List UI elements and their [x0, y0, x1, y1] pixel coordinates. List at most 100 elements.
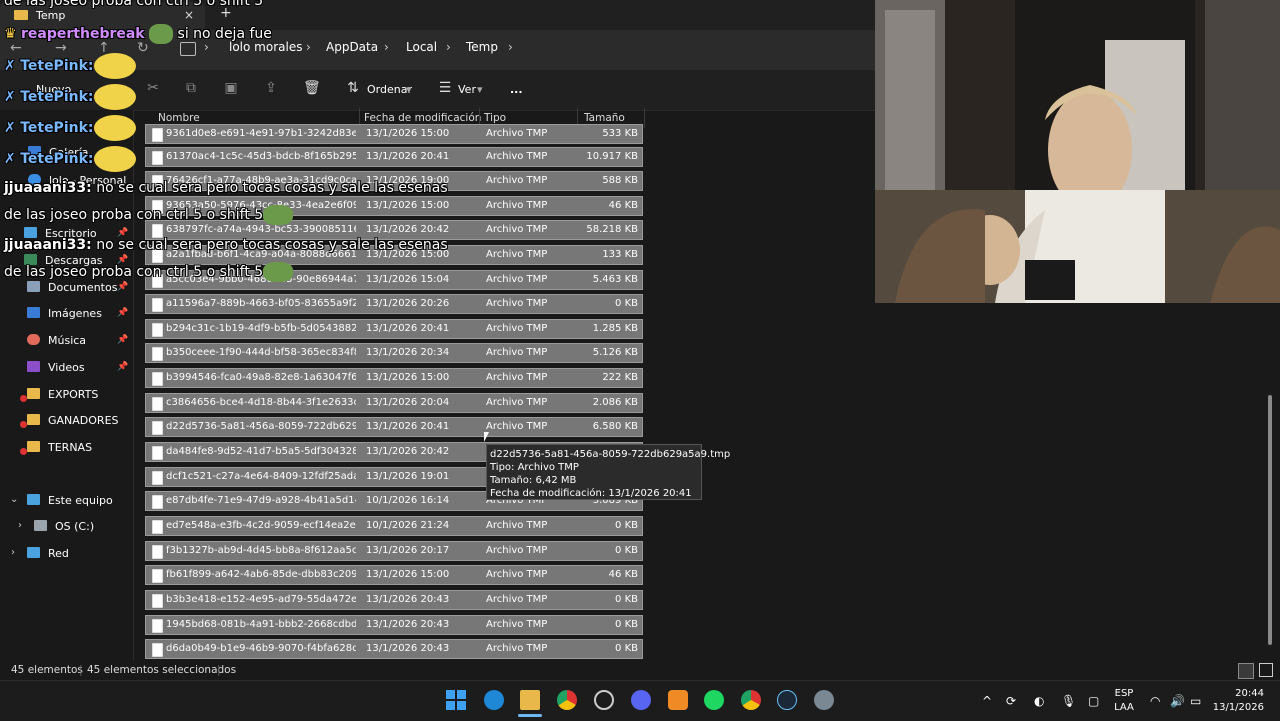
volume-icon[interactable]: 🔊	[1170, 694, 1185, 708]
chrome-icon[interactable]	[557, 690, 577, 710]
pepe-emote-icon	[149, 24, 174, 44]
table-row[interactable]: fb61f899-a642-4ab6-85de-dbb83c20996... 13…	[145, 565, 643, 585]
file-type: Archivo TMP	[486, 224, 548, 235]
breadcrumb-separator: ›	[306, 40, 311, 54]
more-options-button[interactable]: ...	[510, 83, 523, 96]
edge-browser-icon[interactable]	[484, 690, 504, 710]
file-icon	[152, 495, 163, 509]
clipboard-icon[interactable]: ▢	[1088, 694, 1099, 708]
file-date: 13/1/2026 15:00	[366, 569, 450, 580]
file-type: Archivo TMP	[486, 372, 548, 383]
view-button[interactable]: Ver	[458, 83, 476, 96]
pin-icon[interactable]: 📌	[117, 308, 128, 318]
table-row[interactable]: b350ceee-1f90-444d-bf58-365ec834f842... 1…	[145, 343, 643, 363]
windows-start-icon[interactable]	[446, 690, 466, 710]
microphone-icon[interactable]: 🎙	[1061, 694, 1076, 708]
table-row[interactable]: d6da0b49-b1e9-46b9-9070-f4bfa628dd... 13/…	[145, 639, 643, 659]
item-count: 45 elementos	[11, 664, 83, 676]
file-name: 9361d0e8-e691-4e91-97b1-3242d83e50...	[166, 128, 356, 139]
details-view-icon[interactable]	[1238, 663, 1254, 679]
sidebar-item-os-c[interactable]: OS (C:)	[34, 520, 94, 538]
delete-icon[interactable]: 🗑	[303, 80, 321, 96]
document-icon	[27, 281, 40, 292]
sidebar-item-documentos[interactable]: Documentos	[27, 281, 117, 299]
table-row[interactable]: 1945bd68-081b-4a91-bbb2-2668cdbdb0... 13/…	[145, 615, 643, 635]
file-icon	[152, 347, 163, 361]
sidebar-item-ganadores[interactable]: GANADORES	[27, 414, 119, 432]
table-row[interactable]: b3b3e418-e152-4e95-ad79-55da472edd... 13/…	[145, 590, 643, 610]
table-row[interactable]: a11596a7-889b-4663-bf05-83655a9f2ac... 13…	[145, 294, 643, 314]
sidebar-item-ternas[interactable]: TERNAS	[27, 441, 92, 459]
sync-icon[interactable]: ⟳	[1006, 694, 1016, 708]
chevron-up-icon[interactable]: ^	[982, 694, 992, 708]
app-icon[interactable]	[594, 690, 614, 710]
chevron-right-icon[interactable]: ›	[18, 520, 22, 531]
chat-message: ✗ TetePink:	[4, 84, 136, 110]
wifi-icon[interactable]: ◠	[1150, 694, 1160, 708]
file-date: 10/1/2026 16:14	[366, 495, 450, 506]
chevron-down-icon[interactable]: ⌄	[10, 494, 18, 505]
file-name: b3b3e418-e152-4e95-ad79-55da472edd...	[166, 594, 356, 605]
breadcrumb-item[interactable]: Local	[406, 40, 437, 54]
paste-icon[interactable]: ▣	[223, 80, 239, 96]
clock-date[interactable]: 13/1/2026	[1206, 702, 1264, 713]
file-date: 13/1/2026 19:01	[366, 471, 450, 482]
chrome-icon[interactable]	[741, 690, 761, 710]
file-size: 1.285 KB	[592, 323, 638, 334]
pin-icon[interactable]: 📌	[117, 282, 128, 292]
sidebar-item-imagenes[interactable]: Imágenes	[27, 307, 102, 325]
sidebar-item-videos[interactable]: Videos	[27, 361, 85, 379]
sidebar-item-este-equipo[interactable]: Este equipo	[27, 494, 113, 512]
keyboard-layout-indicator[interactable]: LAA	[1112, 702, 1136, 713]
steam-icon[interactable]	[777, 690, 797, 710]
table-row[interactable]: b3994546-fca0-49a8-82e8-1a63047f6e6c... 1…	[145, 368, 643, 388]
file-explorer-icon[interactable]	[520, 690, 540, 710]
file-type: Archivo TMP	[486, 249, 548, 260]
table-row[interactable]: 9361d0e8-e691-4e91-97b1-3242d83e50... 13/…	[145, 124, 643, 144]
battery-icon[interactable]: ▭	[1190, 694, 1201, 708]
webcam-feed	[875, 0, 1280, 303]
table-row[interactable]: b294c31c-1b19-4df9-b5fb-5d0543882d8... 13…	[145, 319, 643, 339]
address-bar[interactable]: › lolo morales › AppData › Local › Temp …	[170, 36, 870, 62]
sidebar-item-red[interactable]: Red	[27, 547, 69, 565]
sidebar-item-musica[interactable]: Música	[27, 334, 86, 352]
table-row[interactable]: ed7e548a-e3fb-4c2d-9059-ecf14ea2e75... 10…	[145, 516, 643, 536]
file-name: b294c31c-1b19-4df9-b5fb-5d0543882d8...	[166, 323, 356, 334]
sidebar-item-exports[interactable]: EXPORTS	[27, 388, 98, 406]
language-indicator[interactable]: ESP	[1112, 688, 1136, 699]
file-date: 13/1/2026 20:42	[366, 224, 450, 235]
chevron-right-icon[interactable]: ›	[11, 547, 15, 558]
file-name: 638797fc-a74a-4943-bc53-390085116da...	[166, 224, 356, 235]
chat-message: de las joseo proba con ctrl 5 o shift 5	[4, 0, 264, 9]
tiles-view-icon[interactable]	[1259, 663, 1273, 677]
table-row[interactable]: c3864656-bce4-4d18-8b44-3f1e2633c63... 13…	[145, 393, 643, 413]
file-icon	[152, 372, 163, 386]
breadcrumb-item[interactable]: Temp	[466, 40, 498, 54]
breadcrumb-separator: ›	[446, 40, 451, 54]
pin-icon[interactable]: 📌	[117, 362, 128, 372]
file-date: 10/1/2026 21:24	[366, 520, 450, 531]
close-tab-button[interactable]: ×	[184, 8, 194, 22]
fl-studio-icon[interactable]	[668, 690, 688, 710]
file-name: a11596a7-889b-4663-bf05-83655a9f2ac...	[166, 298, 356, 309]
chat-message: jjuaaani33: no se cual sera pero tocas c…	[4, 237, 448, 253]
pin-icon[interactable]: 📌	[117, 335, 128, 345]
file-size: 58.218 KB	[586, 224, 638, 235]
settings-gear-icon[interactable]	[814, 690, 834, 710]
table-row[interactable]: 61370ac4-1c5c-45d3-bdcb-8f165b29578... 13…	[145, 147, 643, 167]
file-date: 13/1/2026 20:34	[366, 347, 450, 358]
discord-icon[interactable]	[631, 690, 651, 710]
share-icon[interactable]: ⇪	[263, 80, 279, 96]
file-icon	[152, 594, 163, 608]
file-date: 13/1/2026 20:26	[366, 298, 450, 309]
file-date: 13/1/2026 15:04	[366, 274, 450, 285]
table-row[interactable]: d22d5736-5a81-456a-8059-722db629a5... 13/…	[145, 417, 643, 437]
spotify-icon[interactable]	[704, 690, 724, 710]
vertical-scrollbar[interactable]	[1268, 395, 1272, 645]
copy-icon[interactable]: ⧉	[183, 80, 199, 96]
table-row[interactable]: f3b1327b-ab9d-4d45-bb8a-8f612aa5c08... 13…	[145, 541, 643, 561]
tray-app-icon[interactable]: ◐	[1034, 694, 1044, 708]
cut-icon[interactable]: ✂	[145, 80, 161, 96]
clock-time[interactable]: 20:44	[1206, 688, 1264, 699]
breadcrumb-item[interactable]: AppData	[326, 40, 378, 54]
